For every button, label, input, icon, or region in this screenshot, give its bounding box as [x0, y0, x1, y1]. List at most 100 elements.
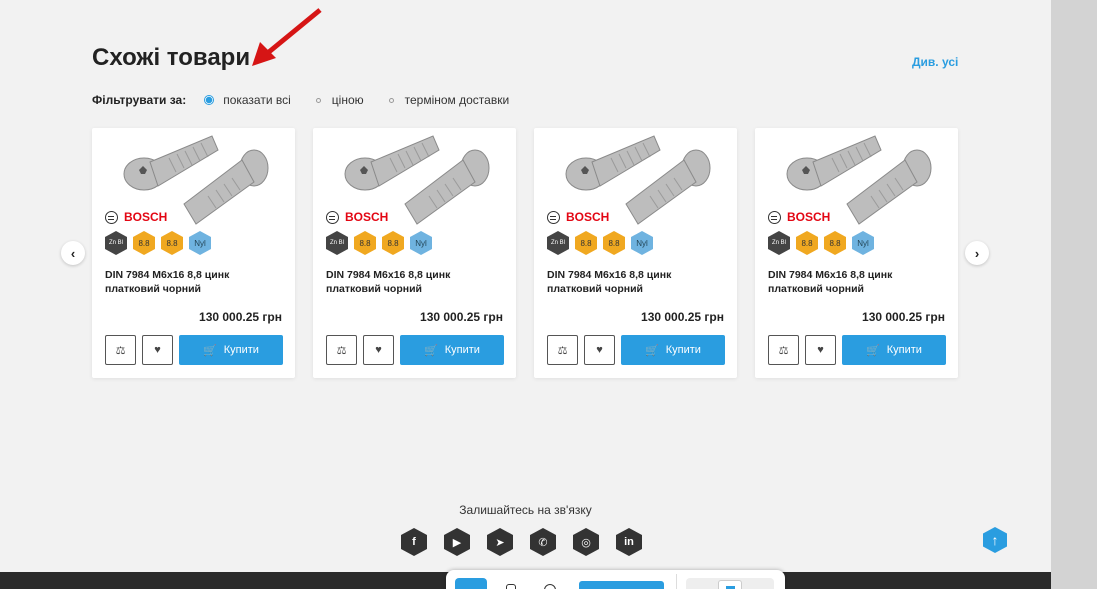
- filter-label: Фільтрувати за:: [92, 93, 187, 107]
- filter-option-label: показати всі: [223, 93, 291, 107]
- buy-label: Купити: [886, 344, 922, 356]
- brand-logo: BOSCH: [105, 210, 167, 224]
- brand-name: BOSCH: [124, 210, 168, 224]
- product-name[interactable]: DIN 7984 М6х16 8,8 цинк платковий чорний: [547, 268, 707, 296]
- toolbar-action-button[interactable]: [579, 581, 664, 589]
- grade-badge-icon: 8.8: [161, 231, 183, 255]
- grade-badge-icon: 8.8: [796, 231, 818, 255]
- zinc-badge-icon: Zn Bl: [326, 231, 348, 255]
- wishlist-button[interactable]: ♥: [142, 335, 173, 365]
- grade-badge-icon: 8.8: [354, 231, 376, 255]
- compare-button[interactable]: ⚖: [768, 335, 799, 365]
- see-all-link[interactable]: Див. усі: [912, 55, 958, 69]
- radio-unselected-icon[interactable]: [315, 97, 321, 103]
- badge-row: Zn Bl 8.8 8.8 Nyl: [547, 231, 659, 255]
- brand-name: BOSCH: [345, 210, 389, 224]
- cart-icon: 🛒: [645, 344, 659, 357]
- buy-label: Купити: [223, 344, 259, 356]
- carousel-next-button[interactable]: ›: [965, 241, 989, 265]
- cart-icon: 🛒: [203, 344, 217, 357]
- buy-button[interactable]: 🛒 Купити: [179, 335, 283, 365]
- badge-row: Zn Bl 8.8 8.8 Nyl: [326, 231, 438, 255]
- telegram-icon[interactable]: ➤: [487, 528, 513, 556]
- heart-icon: ♥: [817, 344, 824, 356]
- toolbar-hand-icon[interactable]: [506, 584, 516, 589]
- heart-icon: ♥: [154, 344, 161, 356]
- brand-logo: BOSCH: [768, 210, 830, 224]
- product-card[interactable]: BOSCH Zn Bl 8.8 8.8 Nyl DIN 7984 М6х16 8…: [313, 128, 516, 378]
- toolbar-view-selected[interactable]: [718, 580, 742, 589]
- badge-row: Zn Bl 8.8 8.8 Nyl: [105, 231, 217, 255]
- heart-icon: ♥: [375, 344, 382, 356]
- product-price: 130 000.25 грн: [420, 310, 503, 324]
- product-card[interactable]: BOSCH Zn Bl 8.8 8.8 Nyl DIN 7984 М6х16 8…: [534, 128, 737, 378]
- filter-option-delivery[interactable]: терміном доставки: [386, 93, 510, 107]
- bosch-logo-icon: [326, 210, 339, 224]
- product-name[interactable]: DIN 7984 М6х16 8,8 цинк платковий чорний: [768, 268, 928, 296]
- facebook-icon[interactable]: f: [401, 528, 427, 556]
- toolbar-comment-icon[interactable]: [544, 584, 556, 589]
- brand-name: BOSCH: [566, 210, 610, 224]
- bosch-logo-icon: [768, 210, 781, 224]
- wishlist-button[interactable]: ♥: [584, 335, 615, 365]
- carousel-prev-button[interactable]: ‹: [61, 241, 85, 265]
- wishlist-button[interactable]: ♥: [805, 335, 836, 365]
- product-price: 130 000.25 грн: [641, 310, 724, 324]
- whatsapp-icon[interactable]: ✆: [530, 528, 556, 556]
- compare-button[interactable]: ⚖: [105, 335, 136, 365]
- grade-badge-icon: 8.8: [575, 231, 597, 255]
- cart-icon: 🛒: [424, 344, 438, 357]
- instagram-icon[interactable]: ◎: [573, 528, 599, 556]
- linkedin-icon[interactable]: in: [616, 528, 642, 556]
- brand-logo: BOSCH: [326, 210, 388, 224]
- youtube-icon[interactable]: ▶: [444, 528, 470, 556]
- buy-label: Купити: [665, 344, 701, 356]
- filter-option-all[interactable]: показати всі: [204, 93, 291, 107]
- bosch-logo-icon: [547, 210, 560, 224]
- nylon-badge-icon: Nyl: [189, 231, 211, 255]
- zinc-badge-icon: Zn Bl: [105, 231, 127, 255]
- badge-row: Zn Bl 8.8 8.8 Nyl: [768, 231, 880, 255]
- compare-icon: ⚖: [115, 344, 126, 357]
- compare-button[interactable]: ⚖: [326, 335, 357, 365]
- buy-label: Купити: [444, 344, 480, 356]
- nylon-badge-icon: Nyl: [631, 231, 653, 255]
- brand-logo: BOSCH: [547, 210, 609, 224]
- scroll-to-top-button[interactable]: ↑: [983, 527, 1007, 553]
- brand-name: BOSCH: [787, 210, 831, 224]
- filter-option-price[interactable]: ціною: [313, 93, 364, 107]
- heart-icon: ♥: [596, 344, 603, 356]
- compare-icon: ⚖: [778, 344, 789, 357]
- product-card[interactable]: BOSCH Zn Bl 8.8 8.8 Nyl DIN 7984 М6х16 8…: [755, 128, 958, 378]
- page-scrollbar[interactable]: [1051, 0, 1097, 589]
- grade-badge-icon: 8.8: [382, 231, 404, 255]
- radio-unselected-icon[interactable]: [388, 97, 394, 103]
- wishlist-button[interactable]: ♥: [363, 335, 394, 365]
- filter-option-label: ціною: [331, 93, 364, 107]
- stay-connected-label: Залишайтесь на зв'язку: [459, 503, 592, 517]
- filter-option-label: терміном доставки: [404, 93, 510, 107]
- page: Схожі товари Див. усі Фільтрувати за: по…: [0, 0, 1051, 589]
- compare-button[interactable]: ⚖: [547, 335, 578, 365]
- buy-button[interactable]: 🛒 Купити: [400, 335, 504, 365]
- zinc-badge-icon: Zn Bl: [547, 231, 569, 255]
- buy-button[interactable]: 🛒 Купити: [842, 335, 946, 365]
- buy-button[interactable]: 🛒 Купити: [621, 335, 725, 365]
- product-price: 130 000.25 грн: [862, 310, 945, 324]
- grade-badge-icon: 8.8: [824, 231, 846, 255]
- toolbar-pointer-button[interactable]: [455, 578, 487, 589]
- annotation-arrow-icon: [252, 8, 322, 66]
- product-name[interactable]: DIN 7984 М6х16 8,8 цинк платковий чорний: [105, 268, 265, 296]
- product-card[interactable]: BOSCH Zn Bl 8.8 8.8 Nyl DIN 7984 М6х16 8…: [92, 128, 295, 378]
- arrow-up-icon: ↑: [991, 532, 999, 548]
- radio-selected-icon[interactable]: [204, 95, 215, 105]
- cart-icon: 🛒: [866, 344, 880, 357]
- grade-badge-icon: 8.8: [603, 231, 625, 255]
- grade-badge-icon: 8.8: [133, 231, 155, 255]
- compare-icon: ⚖: [557, 344, 568, 357]
- social-links: f ▶ ➤ ✆ ◎ in: [401, 528, 659, 556]
- section-title: Схожі товари: [92, 44, 251, 71]
- product-name[interactable]: DIN 7984 М6х16 8,8 цинк платковий чорний: [326, 268, 486, 296]
- nylon-badge-icon: Nyl: [852, 231, 874, 255]
- bosch-logo-icon: [105, 210, 118, 224]
